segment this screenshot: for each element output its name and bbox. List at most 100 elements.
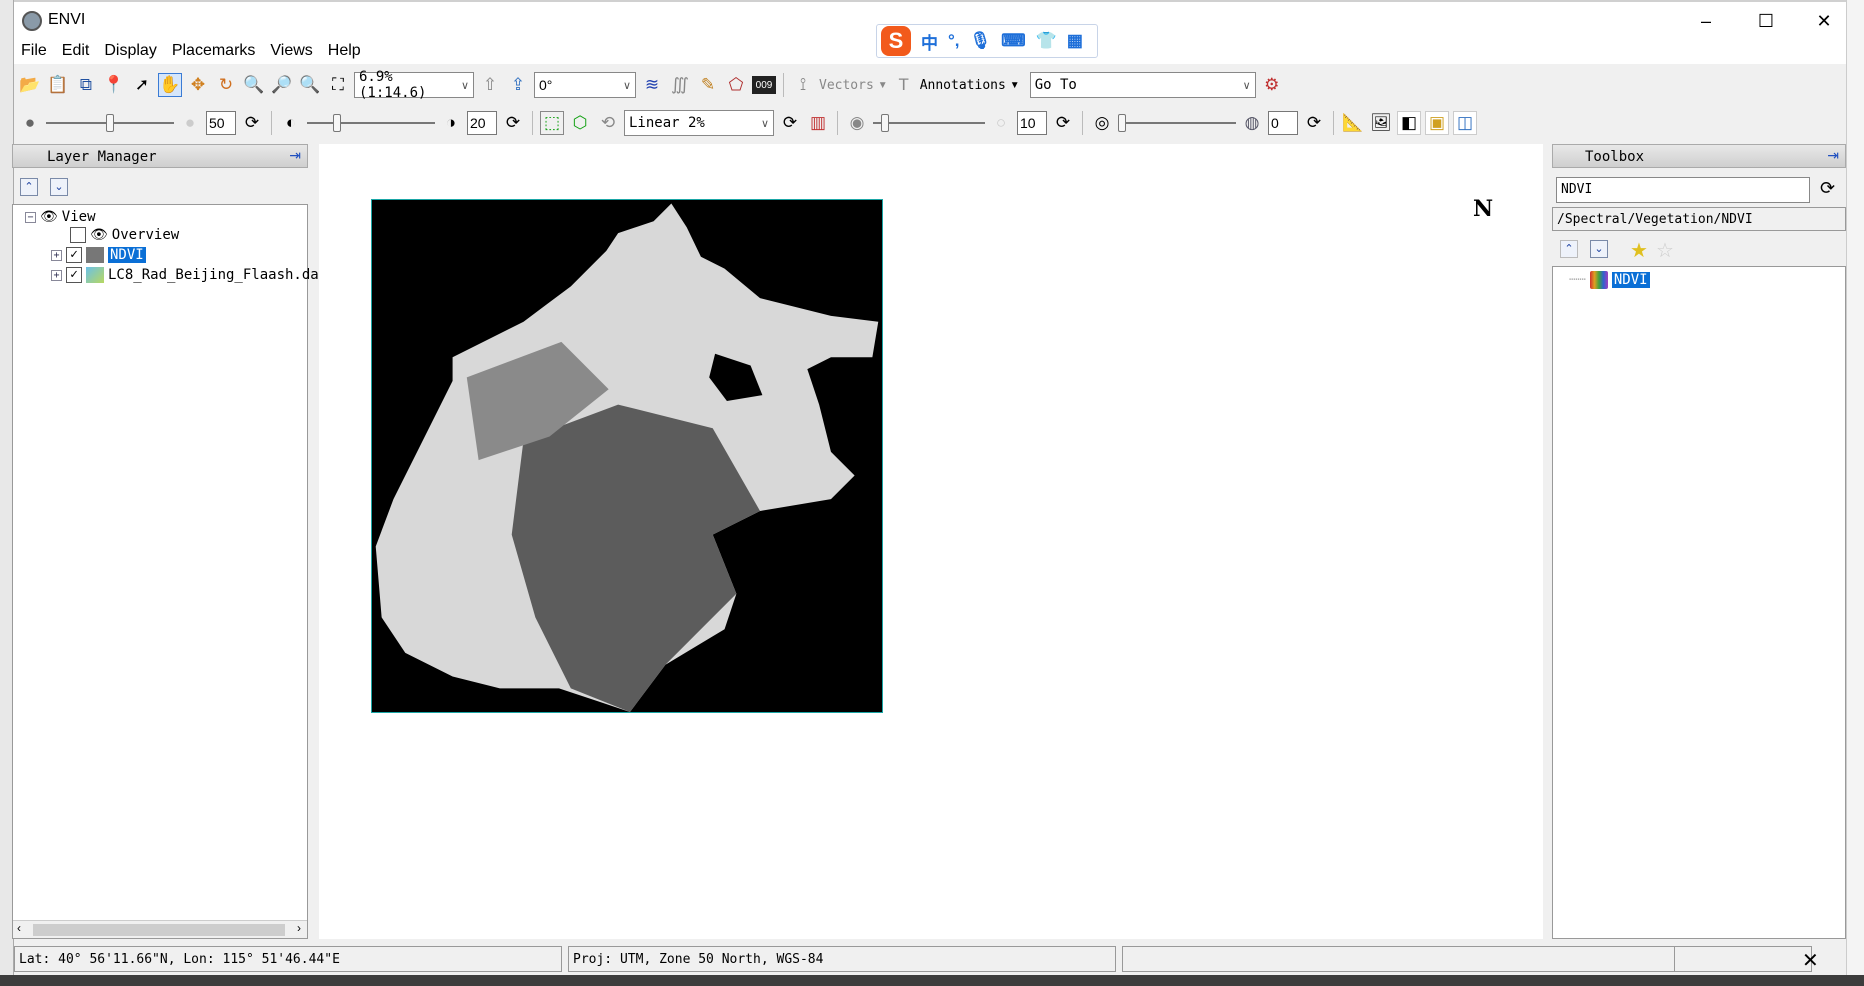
- image-view[interactable]: N: [319, 144, 1543, 939]
- move-down-button[interactable]: ⌄: [50, 178, 68, 196]
- data-manager-icon[interactable]: 📋: [46, 73, 70, 97]
- fly-move-icon[interactable]: ✥: [186, 73, 210, 97]
- collapse-all-button[interactable]: ⌃: [1560, 240, 1578, 258]
- contrast-value[interactable]: 20: [467, 111, 497, 135]
- horizontal-scrollbar[interactable]: ‹ ›: [13, 920, 307, 938]
- collapse-icon[interactable]: −: [25, 211, 36, 223]
- annotations-menu[interactable]: Annotations: [920, 78, 1006, 93]
- move-up-button[interactable]: ⌃: [20, 178, 38, 196]
- stretch-type-select[interactable]: Linear 2% ∨: [624, 110, 774, 136]
- cancel-process-button[interactable]: ✕: [1802, 948, 1819, 973]
- menu-display[interactable]: Display: [97, 38, 164, 64]
- skin-icon[interactable]: 👕: [1036, 31, 1057, 51]
- menu-help[interactable]: Help: [321, 38, 369, 64]
- flicker-icon[interactable]: ▣: [1425, 111, 1449, 135]
- swipe-icon[interactable]: ◫: [1453, 111, 1477, 135]
- zoom-full-icon[interactable]: ⛶: [326, 73, 350, 97]
- cursor-value-icon[interactable]: ≋: [640, 73, 664, 97]
- undock-icon[interactable]: ⇥: [289, 147, 301, 164]
- counter-icon[interactable]: 009: [752, 76, 776, 94]
- microphone-icon[interactable]: 🎙: [970, 31, 992, 51]
- reset-icon[interactable]: ⟳: [1051, 111, 1075, 135]
- status-coordinates: Lat: 40° 56'11.66"N, Lon: 115° 51'46.44"…: [14, 946, 562, 972]
- vectors-icon[interactable]: ⟟: [791, 73, 815, 97]
- ndvi-image[interactable]: [371, 199, 883, 713]
- layer-item[interactable]: + ✓ NDVI: [51, 247, 146, 263]
- layer-checkbox[interactable]: ✓: [66, 247, 82, 263]
- chip-view-icon[interactable]: 🖼: [1369, 111, 1393, 135]
- fixed-zoom-icon[interactable]: 🔍: [242, 73, 266, 97]
- spectral-profile-icon[interactable]: ∭: [668, 73, 692, 97]
- zoom-level-select[interactable]: 6.9% (1:14.6) ∨: [354, 69, 474, 101]
- transparency-slider[interactable]: [1118, 111, 1236, 135]
- stretch-full-icon[interactable]: ⬚: [540, 111, 564, 135]
- pan-hand-icon[interactable]: ✋: [158, 73, 182, 97]
- goto-input[interactable]: Go To ∨: [1029, 72, 1256, 98]
- measure-icon[interactable]: ✎: [696, 73, 720, 97]
- stretch-view-icon[interactable]: ⬡: [568, 111, 592, 135]
- scroll-right-icon[interactable]: ›: [297, 921, 301, 935]
- expand-icon[interactable]: +: [51, 249, 62, 261]
- menu-views[interactable]: Views: [263, 38, 320, 64]
- add-favorite-star-icon[interactable]: ★: [1630, 238, 1648, 263]
- view-eye-icon: 👁: [40, 209, 58, 225]
- zoom-out-icon[interactable]: 🔍: [298, 73, 322, 97]
- reset-icon[interactable]: ⟳: [240, 111, 264, 135]
- close-button[interactable]: ✕: [1804, 8, 1844, 34]
- undock-icon[interactable]: ⇥: [1827, 147, 1839, 164]
- ime-punctuation[interactable]: °,: [948, 31, 960, 51]
- blend-icon[interactable]: ◧: [1397, 111, 1421, 135]
- dynamic-stretch-icon[interactable]: ⟲: [596, 111, 620, 135]
- menu-edit[interactable]: Edit: [55, 38, 98, 64]
- reset-icon[interactable]: ⟳: [501, 111, 525, 135]
- expand-all-button[interactable]: ⌄: [1590, 240, 1608, 258]
- reset-icon[interactable]: ⟳: [778, 111, 802, 135]
- refresh-icon[interactable]: ⟳: [1820, 178, 1835, 199]
- contrast-slider[interactable]: [307, 111, 435, 135]
- rotate-icon[interactable]: ↻: [214, 73, 238, 97]
- expand-icon[interactable]: +: [51, 269, 62, 281]
- histogram-icon[interactable]: ▥: [806, 111, 830, 135]
- layer-item[interactable]: + ✓ LC8_Rad_Beijing_Flaash.dat: [51, 267, 327, 283]
- chevron-down-icon: ∨: [622, 79, 631, 92]
- rotate-up-icon[interactable]: ⇧: [478, 73, 502, 97]
- keyboard-icon[interactable]: ⌨: [1001, 31, 1026, 51]
- remove-favorite-star-icon[interactable]: ☆: [1656, 238, 1674, 263]
- window-title: ENVI: [48, 11, 86, 28]
- maximize-button[interactable]: ☐: [1746, 8, 1786, 34]
- north-up-icon[interactable]: ⇪: [506, 73, 530, 97]
- select-arrow-icon[interactable]: ➚: [130, 73, 154, 97]
- ruler-icon[interactable]: 📐: [1341, 111, 1365, 135]
- brightness-slider[interactable]: [46, 111, 174, 135]
- layer-checkbox[interactable]: ✓: [66, 267, 82, 283]
- menu-placemarks[interactable]: Placemarks: [165, 38, 264, 64]
- roi-icon[interactable]: ⬠: [724, 73, 748, 97]
- north-arrow-icon: N: [1473, 196, 1494, 222]
- toolbox-search-input[interactable]: NDVI: [1556, 177, 1810, 203]
- separator: [783, 73, 784, 97]
- reset-icon[interactable]: ⟳: [1302, 111, 1326, 135]
- annotations-icon[interactable]: T: [892, 73, 916, 97]
- scroll-left-icon[interactable]: ‹: [17, 921, 21, 935]
- scrollbar-thumb[interactable]: [33, 924, 285, 936]
- layer-checkbox[interactable]: [70, 227, 86, 243]
- vectors-menu[interactable]: Vectors: [819, 78, 874, 93]
- open-folder-icon[interactable]: 📂: [18, 73, 42, 97]
- menu-file[interactable]: File: [14, 38, 55, 64]
- ime-chinese-mode[interactable]: 中: [921, 29, 938, 54]
- chevron-down-icon: ∨: [1242, 79, 1251, 92]
- zoom-in-icon[interactable]: 🔎: [270, 73, 294, 97]
- tree-node-view[interactable]: − 👁 View: [25, 209, 96, 225]
- crop-icon[interactable]: ⧉: [74, 73, 98, 97]
- settings-gear-icon[interactable]: ⚙: [1260, 73, 1284, 97]
- layer-item[interactable]: 👁 Overview: [70, 227, 179, 243]
- transparency-value[interactable]: 0: [1268, 111, 1298, 135]
- brightness-value[interactable]: 50: [206, 111, 236, 135]
- apps-icon[interactable]: ▦: [1067, 31, 1083, 51]
- rotation-select[interactable]: 0° ∨: [534, 72, 636, 98]
- minimize-button[interactable]: –: [1686, 8, 1726, 34]
- toolbox-item-ndvi[interactable]: ┈┈ NDVI: [1569, 271, 1650, 289]
- sharpen-value[interactable]: 10: [1017, 111, 1047, 135]
- placemark-icon[interactable]: 📍: [102, 73, 126, 97]
- sharpen-slider[interactable]: [873, 111, 985, 135]
